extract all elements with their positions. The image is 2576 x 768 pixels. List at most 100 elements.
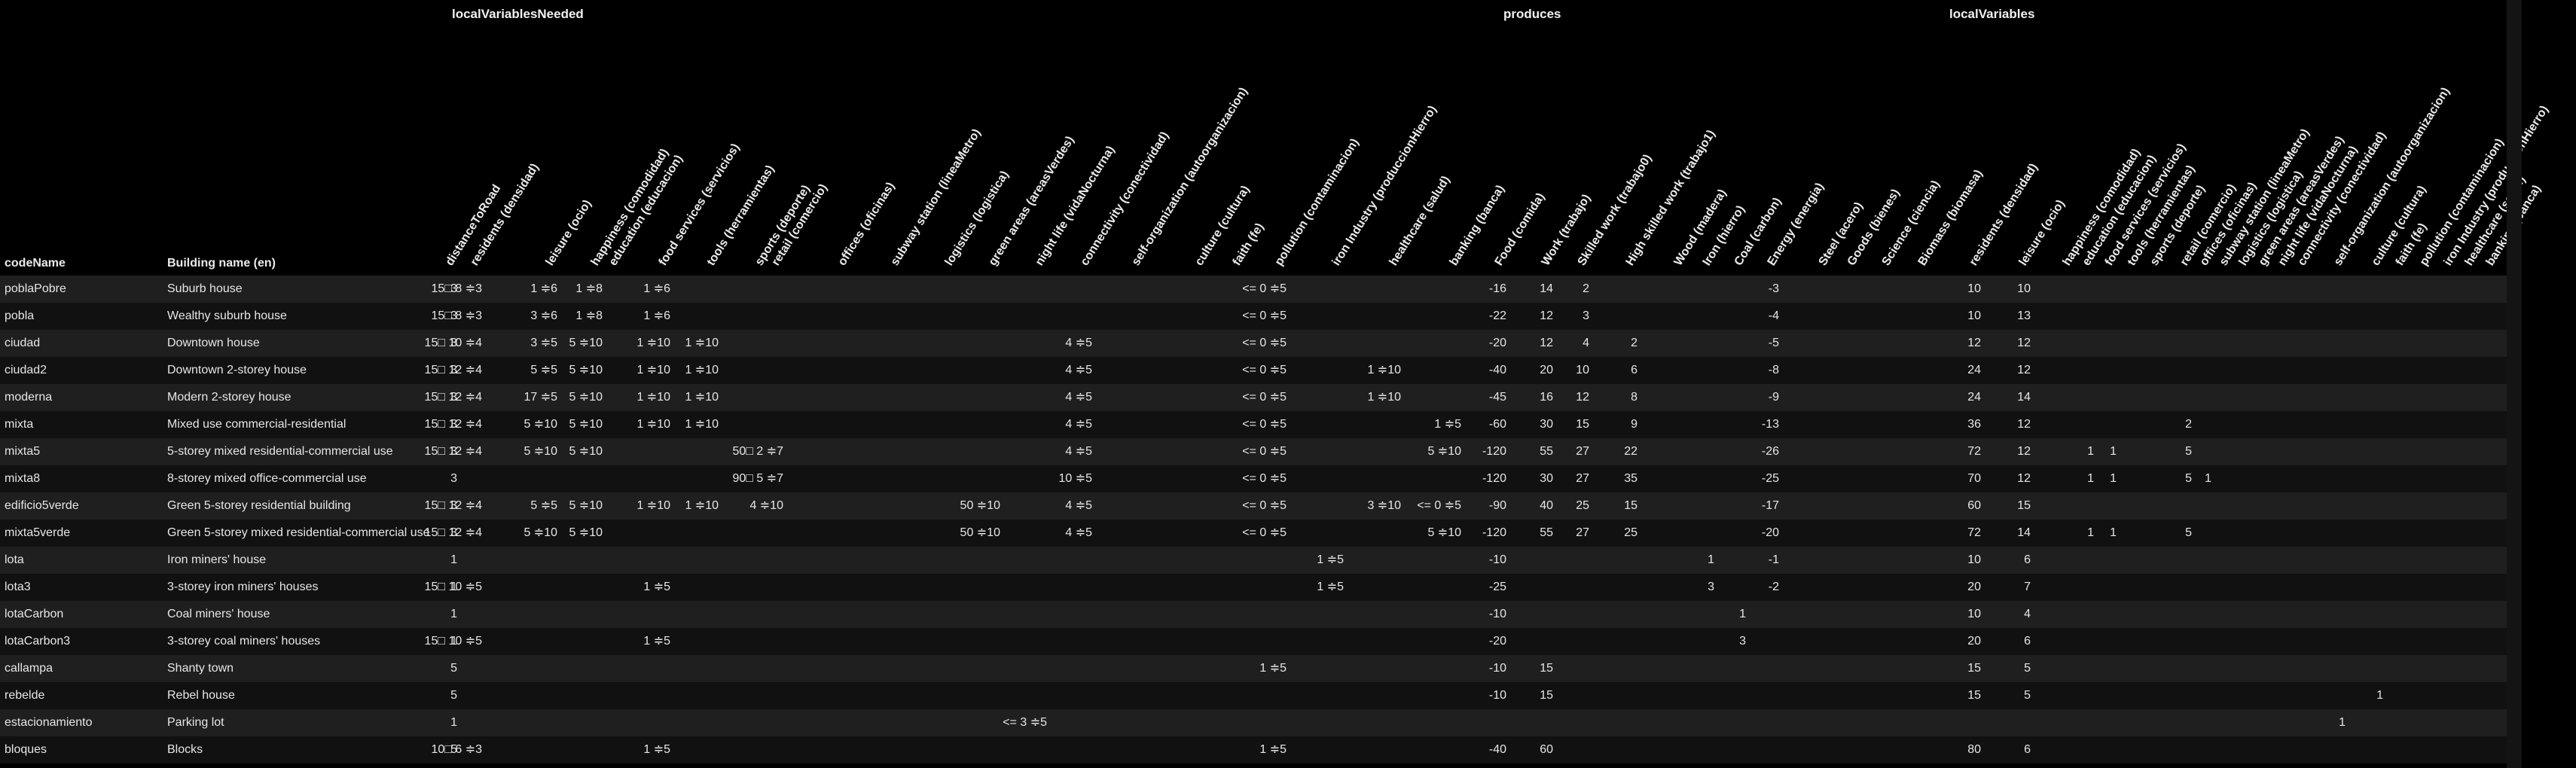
cell-lleis[interactable]: 7 bbox=[2024, 574, 2031, 601]
cell-pwork[interactable]: 30 bbox=[1540, 411, 1553, 438]
cell-happ[interactable]: 1 ≑8 bbox=[575, 303, 603, 330]
cell-bank[interactable]: 5 ≑10 bbox=[1427, 520, 1461, 547]
cell-penergy[interactable]: -25 bbox=[1762, 465, 1779, 492]
cell-lfood[interactable]: 1 bbox=[2110, 520, 2117, 547]
cell-pfood[interactable]: -16 bbox=[1489, 276, 1506, 303]
cell-phigh[interactable]: 22 bbox=[1624, 438, 1637, 465]
cell-pfood[interactable]: -22 bbox=[1489, 303, 1506, 330]
cell-lretail[interactable]: 5 bbox=[2185, 520, 2192, 547]
cell-penergy[interactable]: -3 bbox=[1769, 276, 1779, 303]
cell-lretail[interactable]: 5 bbox=[2185, 438, 2192, 465]
cell-poll[interactable]: <= 0 ≑5 bbox=[1242, 438, 1286, 465]
column-header-night[interactable]: night life (vidaNocturna) bbox=[1033, 144, 1118, 268]
cell-res[interactable]: 15□ 12 ≑4 bbox=[425, 384, 482, 411]
cell-poll[interactable]: <= 0 ≑5 bbox=[1242, 303, 1286, 330]
cell-code[interactable]: lotaCarbon bbox=[5, 601, 63, 628]
cell-lleis[interactable]: 12 bbox=[2017, 357, 2031, 384]
cell-pskill[interactable]: 15 bbox=[1576, 411, 1589, 438]
cell-pfood[interactable]: -40 bbox=[1489, 736, 1506, 763]
cell-name[interactable]: Downtown house bbox=[167, 330, 260, 357]
cell-pfood[interactable]: -20 bbox=[1489, 628, 1506, 655]
vertical-scrollbar[interactable] bbox=[2507, 0, 2522, 768]
cell-code[interactable]: poblaPobre bbox=[5, 276, 66, 303]
cell-lres[interactable]: 15 bbox=[1967, 682, 1981, 709]
cell-lres[interactable]: 70 bbox=[1967, 465, 1981, 492]
cell-code[interactable]: rebelde bbox=[5, 682, 44, 709]
cell-pfood[interactable]: -60 bbox=[1489, 411, 1506, 438]
table-row[interactable]: rebelde Rebel house 5 -10 15 15 5 1 bbox=[0, 682, 2507, 709]
cell-pwork[interactable]: 12 bbox=[1540, 330, 1553, 357]
cell-code[interactable]: moderna bbox=[5, 384, 52, 411]
cell-poll[interactable]: <= 0 ≑5 bbox=[1242, 357, 1286, 384]
cell-pfood[interactable]: -10 bbox=[1489, 601, 1506, 628]
cell-retail[interactable]: 4 ≑10 bbox=[749, 492, 783, 520]
cell-food[interactable]: 1 ≑6 bbox=[643, 276, 670, 303]
cell-poll[interactable]: <= 0 ≑5 bbox=[1242, 520, 1286, 547]
cell-lfood[interactable]: 1 bbox=[2110, 438, 2117, 465]
column-header-lleis[interactable]: leisure (ocio) bbox=[2017, 198, 2068, 268]
cell-pfood[interactable]: -45 bbox=[1489, 384, 1506, 411]
cell-happ[interactable]: 5 ≑10 bbox=[569, 330, 603, 357]
cell-food[interactable]: 1 ≑10 bbox=[636, 492, 670, 520]
cell-poll[interactable]: 1 ≑5 bbox=[1259, 655, 1286, 682]
cell-name[interactable]: Shanty town bbox=[167, 655, 233, 682]
cell-lres[interactable]: 10 bbox=[1967, 303, 1981, 330]
cell-food[interactable]: 1 ≑6 bbox=[643, 303, 670, 330]
cell-happ[interactable]: 5 ≑10 bbox=[569, 384, 603, 411]
column-header-code[interactable]: codeName bbox=[5, 258, 66, 270]
cell-lres[interactable]: 20 bbox=[1967, 574, 1981, 601]
cell-phigh[interactable]: 6 bbox=[1631, 357, 1637, 384]
cell-dist[interactable]: 1 bbox=[450, 601, 457, 628]
cell-penergy[interactable]: -2 bbox=[1769, 574, 1779, 601]
cell-name[interactable]: Mixed use commercial-residential bbox=[167, 411, 346, 438]
cell-lleis[interactable]: 6 bbox=[2024, 736, 2031, 763]
cell-tools[interactable]: 1 ≑10 bbox=[685, 357, 719, 384]
cell-pfood[interactable]: -120 bbox=[1482, 465, 1506, 492]
cell-pskill[interactable]: 27 bbox=[1576, 465, 1589, 492]
table-row[interactable]: mixta5verde Green 5-storey mixed resident… bbox=[0, 520, 2507, 547]
cell-res[interactable]: 15□ 12 ≑4 bbox=[425, 520, 482, 547]
cell-pfood[interactable]: -10 bbox=[1489, 682, 1506, 709]
cell-iron[interactable]: 1 ≑5 bbox=[1317, 574, 1344, 601]
cell-code[interactable]: bloques bbox=[5, 736, 47, 763]
cell-name[interactable]: 5-storey mixed residential-commercial us… bbox=[167, 438, 393, 465]
cell-lleis[interactable]: 15 bbox=[2017, 492, 2031, 520]
column-header-subway[interactable]: subway station (lineaMetro) bbox=[889, 126, 984, 268]
cell-food[interactable]: 1 ≑10 bbox=[636, 330, 670, 357]
column-header-name[interactable]: Building name (en) bbox=[167, 258, 276, 270]
cell-tools[interactable]: 1 ≑10 bbox=[685, 330, 719, 357]
cell-leis[interactable]: 1 ≑6 bbox=[530, 276, 557, 303]
cell-poll[interactable]: <= 0 ≑5 bbox=[1242, 384, 1286, 411]
table-row[interactable]: estacionamiento Parking lot 1 <= 3 ≑5 1 bbox=[0, 709, 2507, 736]
cell-lres[interactable]: 60 bbox=[1967, 492, 1981, 520]
cell-name[interactable]: Modern 2-storey house bbox=[167, 384, 291, 411]
column-header-health[interactable]: healthcare (salud) bbox=[1387, 174, 1453, 268]
cell-ledu[interactable]: 1 bbox=[2087, 438, 2094, 465]
cell-code[interactable]: edificio5verde bbox=[5, 492, 79, 520]
table-row[interactable]: ciudad2 Downtown 2-storey house 3 15□ 12 ≑4… bbox=[0, 357, 2507, 384]
cell-lleis[interactable]: 5 bbox=[2024, 682, 2031, 709]
cell-conn[interactable]: 4 ≑5 bbox=[1065, 384, 1092, 411]
cell-conn[interactable]: 4 ≑5 bbox=[1065, 438, 1092, 465]
cell-code[interactable]: lotaCarbon3 bbox=[5, 628, 70, 655]
column-header-conn[interactable]: connectivity (conectividad) bbox=[1079, 130, 1172, 268]
cell-lleis[interactable]: 14 bbox=[2017, 384, 2031, 411]
cell-pwork[interactable]: 55 bbox=[1540, 520, 1553, 547]
table-row[interactable]: poblaPobre Suburb house 3 15□ 8 ≑3 1 ≑6 1 ≑8 1… bbox=[0, 276, 2507, 303]
column-header-self[interactable]: self-organization (autoorganizacion) bbox=[1130, 85, 1250, 268]
column-header-faith[interactable]: faith (fe) bbox=[1231, 221, 1267, 268]
cell-dist[interactable]: 5 bbox=[450, 655, 457, 682]
cell-pfood[interactable]: -120 bbox=[1482, 438, 1506, 465]
table-row[interactable]: mixta5 5-storey mixed residential-commerc… bbox=[0, 438, 2507, 465]
cell-penergy[interactable]: -20 bbox=[1762, 520, 1779, 547]
cell-lself[interactable]: 1 bbox=[2339, 709, 2346, 736]
table-row[interactable]: lotaCarbon Coal miners' house 1 -10 1 10 4 bbox=[0, 601, 2507, 628]
cell-pcoal[interactable]: 3 bbox=[1739, 628, 1746, 655]
cell-poll[interactable]: 1 ≑5 bbox=[1259, 736, 1286, 763]
cell-phigh[interactable]: 9 bbox=[1631, 411, 1637, 438]
cell-pfood[interactable]: -10 bbox=[1489, 655, 1506, 682]
cell-dist[interactable]: 5 bbox=[450, 682, 457, 709]
column-header-off[interactable]: offices (oficinas) bbox=[836, 180, 898, 268]
cell-pskill[interactable]: 4 bbox=[1583, 330, 1589, 357]
cell-name[interactable]: Coal miners' house bbox=[167, 601, 270, 628]
